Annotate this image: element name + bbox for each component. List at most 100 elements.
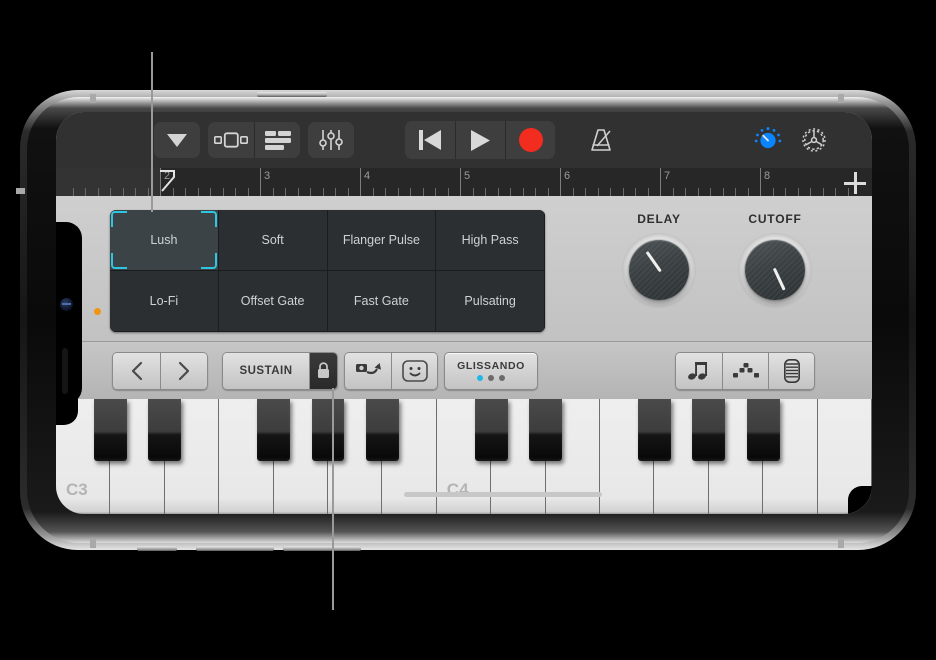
cutoff-knob[interactable]	[745, 240, 805, 300]
app-toolbar	[56, 112, 872, 168]
black-key[interactable]	[692, 399, 726, 461]
delay-knob[interactable]	[629, 240, 689, 300]
bar-number: 8	[764, 170, 771, 182]
ruler-tick	[72, 188, 74, 196]
gear-icon[interactable]	[800, 126, 828, 154]
lock-icon[interactable]	[309, 352, 337, 389]
ruler-tick	[185, 188, 186, 196]
preset-lo-fi[interactable]: Lo-Fi	[110, 271, 219, 332]
view-toggle-group	[208, 122, 300, 158]
piano-keyboard[interactable]: C3 C4	[56, 399, 872, 514]
antenna-band	[838, 539, 844, 548]
earpiece-speaker	[62, 348, 68, 394]
glissando-label: GLISSANDO	[457, 360, 525, 372]
metronome-icon[interactable]	[581, 122, 621, 158]
preset-pulsating[interactable]: Pulsating	[436, 271, 545, 332]
ruler-tick	[810, 188, 811, 196]
bar-number: 5	[464, 170, 471, 182]
ruler-tick	[622, 188, 624, 196]
preset-lush[interactable]: Lush	[110, 210, 219, 271]
bar-marker	[460, 168, 461, 196]
ruler-tick	[435, 188, 436, 196]
volume-up-button[interactable]	[196, 546, 274, 551]
ruler-tick	[647, 188, 649, 196]
keyboard-scrollbar[interactable]	[404, 492, 602, 497]
bar-number: 4	[364, 170, 371, 182]
black-key[interactable]	[366, 399, 399, 461]
antenna-band	[16, 188, 25, 194]
ruler-tick	[447, 188, 449, 196]
ruler-tick	[297, 188, 299, 196]
record-icon[interactable]	[505, 121, 555, 159]
ruler-tick	[572, 188, 574, 196]
preset-offset-gate[interactable]: Offset Gate	[218, 271, 328, 332]
ruler-tick	[697, 188, 699, 196]
antenna-band	[90, 94, 96, 103]
iphone-frame: 2345678 Lush Soft Flanger Pulse High Pass Lo…	[20, 90, 916, 550]
ruler-tick	[135, 188, 136, 196]
sustain-button[interactable]: SUSTAIN	[223, 352, 309, 389]
ring-switch[interactable]	[137, 546, 177, 551]
chevron-right-icon[interactable]	[160, 352, 207, 389]
chevron-left-icon[interactable]	[113, 352, 160, 389]
preset-label: Pulsating	[464, 294, 516, 308]
preset-label: Soft	[261, 233, 284, 247]
playhead-flag-icon[interactable]	[159, 170, 177, 194]
fx-knob-icon[interactable]	[754, 126, 782, 154]
plus-icon[interactable]	[844, 172, 866, 194]
octave-label: C3	[66, 480, 88, 499]
octave-nav-group	[112, 351, 208, 390]
glissando-dot-3	[499, 375, 505, 381]
preset-label: Flanger Pulse	[342, 233, 420, 247]
power-button[interactable]	[257, 92, 327, 97]
glissando-mode-dots	[477, 375, 505, 381]
ruler-tick	[747, 188, 749, 196]
ruler-tick	[110, 188, 111, 196]
ruler-tick	[835, 188, 836, 196]
preset-soft[interactable]: Soft	[218, 210, 328, 271]
black-key[interactable]	[257, 399, 290, 461]
rewind-icon[interactable]	[405, 121, 455, 159]
black-key[interactable]	[529, 399, 562, 461]
timeline-ruler[interactable]: 2345678	[56, 168, 872, 196]
track-view-icon[interactable]	[208, 122, 254, 158]
ruler-tick	[85, 188, 86, 196]
arpeggiator-group	[344, 351, 438, 390]
glissando-button[interactable]: GLISSANDO	[444, 351, 538, 390]
sliders-icon[interactable]	[308, 122, 354, 158]
ruler-tick	[385, 188, 386, 196]
preset-flanger-pulse[interactable]: Flanger Pulse	[327, 210, 437, 271]
ruler-tick	[322, 188, 324, 196]
scale-dots-icon[interactable]	[722, 352, 768, 389]
front-camera-icon	[60, 298, 73, 311]
black-key[interactable]	[94, 399, 127, 461]
modulation-wheel-icon[interactable]	[768, 352, 814, 389]
preset-label: Lush	[150, 233, 178, 247]
smiley-face-icon[interactable]	[391, 352, 437, 389]
delay-knob-label: DELAY	[637, 212, 681, 226]
antenna-band	[90, 539, 96, 548]
preset-fast-gate[interactable]: Fast Gate	[327, 271, 437, 332]
chevron-down-icon[interactable]	[154, 122, 200, 158]
arpeggiator-icon[interactable]	[345, 352, 391, 389]
ruler-tick	[97, 188, 99, 196]
ruler-tick	[472, 188, 474, 196]
glissando-dot-2	[488, 375, 494, 381]
ruler-tick	[285, 188, 286, 196]
play-icon[interactable]	[455, 121, 505, 159]
ruler-tick	[672, 188, 674, 196]
black-key[interactable]	[311, 399, 345, 461]
ruler-tick	[422, 188, 424, 196]
black-key[interactable]	[148, 399, 182, 461]
preset-high-pass[interactable]: High Pass	[436, 210, 545, 271]
ruler-tick	[122, 188, 124, 196]
double-note-icon[interactable]	[676, 352, 722, 389]
black-key[interactable]	[746, 399, 780, 461]
volume-down-button[interactable]	[283, 546, 361, 551]
octave-label: C4	[446, 480, 469, 499]
black-key[interactable]	[474, 399, 508, 461]
top-callout-line	[151, 52, 153, 212]
list-view-icon[interactable]	[254, 122, 300, 158]
ruler-tick	[335, 188, 336, 196]
black-key[interactable]	[638, 399, 671, 461]
